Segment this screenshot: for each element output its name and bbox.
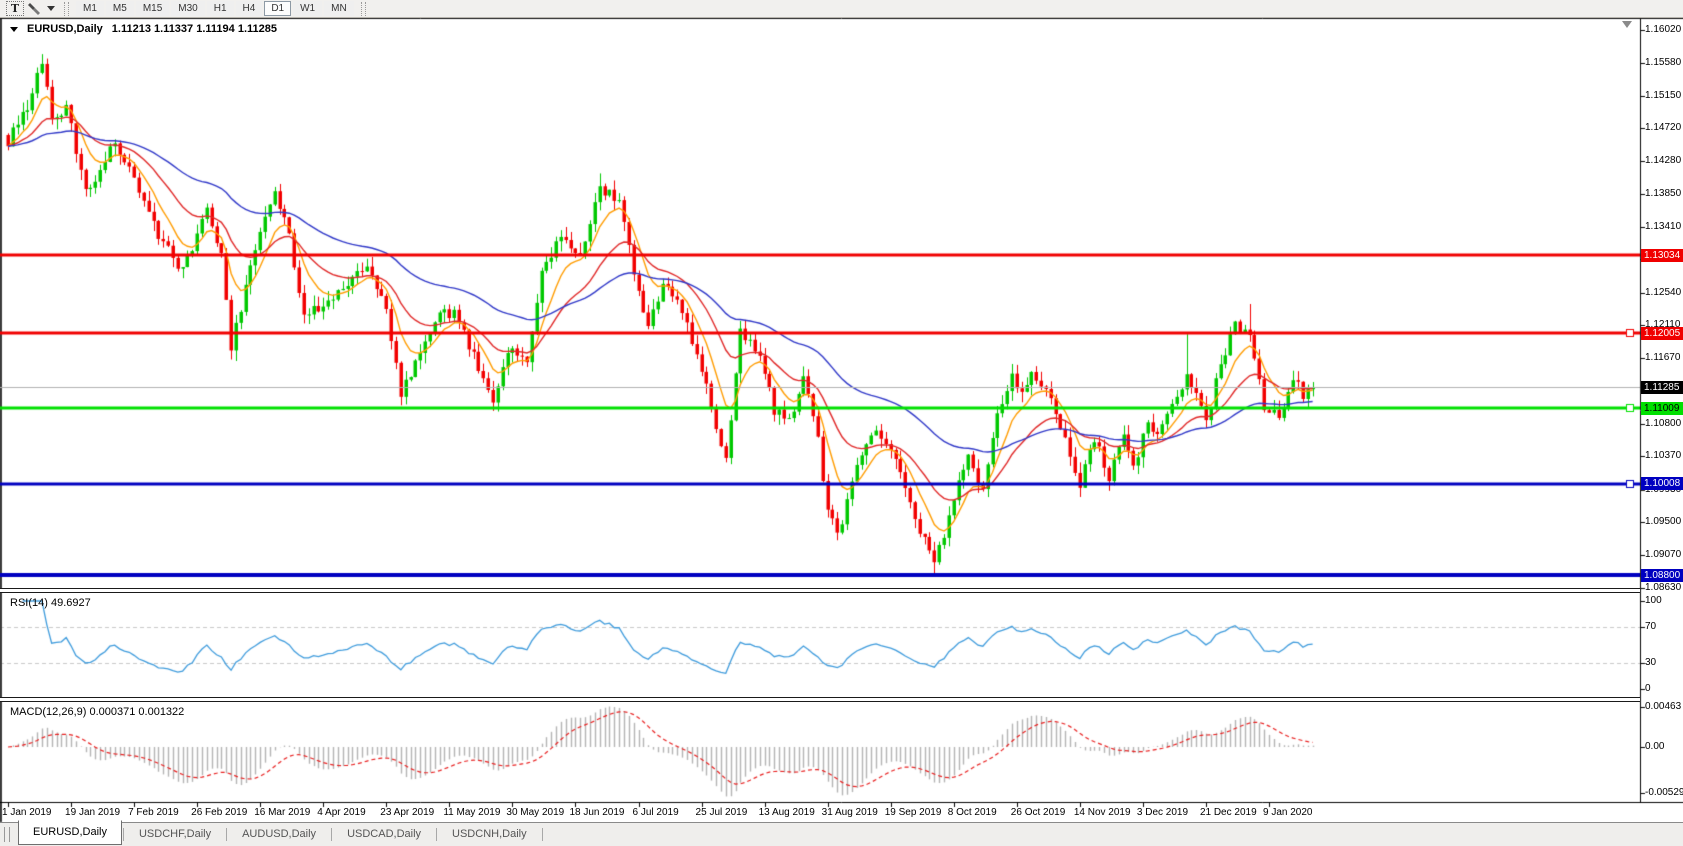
date-label: 9 Jan 2020	[1263, 807, 1313, 818]
date-label: 21 Dec 2019	[1200, 807, 1257, 818]
chart-symbol: EURUSD,Daily	[27, 23, 103, 35]
price-tick-label: 1.16020	[1645, 24, 1683, 36]
macd-tick-label: 0.00	[1645, 741, 1683, 753]
date-label: 14 Nov 2019	[1074, 807, 1131, 818]
timeframe-button-d1[interactable]: D1	[264, 1, 291, 16]
date-label: 1 Jan 2019	[2, 807, 52, 818]
tab-separator	[331, 828, 332, 841]
timeframe-button-h1[interactable]: H1	[207, 1, 234, 16]
date-label: 11 May 2019	[443, 807, 500, 818]
date-label: 23 Apr 2019	[380, 807, 434, 818]
timeframe-button-m30[interactable]: M30	[171, 1, 204, 16]
bid-price-label: 1.11285	[1641, 381, 1683, 394]
chart-canvas[interactable]	[0, 0, 1683, 846]
chart-tab-bar: EURUSD,Daily USDCHF,Daily AUDUSD,Daily U…	[0, 822, 1683, 846]
hline-price-label[interactable]: 1.12005	[1641, 327, 1683, 340]
timeframe-button-w1[interactable]: W1	[293, 1, 322, 16]
macd-tick-label: -0.005299	[1645, 787, 1683, 799]
price-tick-label: 1.13410	[1645, 221, 1683, 233]
date-label: 4 Apr 2019	[317, 807, 365, 818]
price-tick-label: 1.10800	[1645, 418, 1683, 430]
hline-price-label[interactable]: 1.08800	[1641, 569, 1683, 582]
objects-dropdown-button[interactable]	[44, 1, 58, 16]
objects-tool-button[interactable]	[24, 1, 44, 16]
price-tick-label: 1.15150	[1645, 90, 1683, 102]
hline-price-label[interactable]: 1.13034	[1641, 249, 1683, 262]
price-tick-label: 1.15580	[1645, 57, 1683, 69]
toolbar-separator	[361, 2, 366, 16]
rsi-tick-label: 100	[1645, 595, 1683, 607]
rsi-tick-label: 0	[1645, 683, 1683, 695]
price-tick-label: 1.09500	[1645, 516, 1683, 528]
hline-price-label[interactable]: 1.10008	[1641, 477, 1683, 490]
macd-indicator-label: MACD(12,26,9) 0.000371 0.001322	[10, 706, 184, 718]
date-label: 18 Jun 2019	[569, 807, 624, 818]
timeframe-button-m15[interactable]: M15	[136, 1, 169, 16]
tab-eurusd-daily[interactable]: EURUSD,Daily	[18, 820, 122, 845]
date-label: 31 Aug 2019	[822, 807, 878, 818]
tab-separator	[123, 828, 124, 841]
date-label: 8 Oct 2019	[948, 807, 997, 818]
chart-ohlc-title: EURUSD,Daily 1.11213 1.11337 1.11194 1.1…	[10, 23, 277, 35]
tabbar-grip	[4, 827, 10, 842]
mt4-window: T M1 M5 M15 M30 H1 H4 D1 W1 MN EURUSD,Da…	[0, 0, 1683, 846]
price-tick-label: 1.10370	[1645, 450, 1683, 462]
date-label: 7 Feb 2019	[128, 807, 179, 818]
macd-tick-label: 0.00463	[1645, 701, 1683, 713]
chevron-down-icon	[47, 6, 55, 11]
tab-usdchf-daily[interactable]: USDCHF,Daily	[125, 824, 225, 846]
date-label: 30 May 2019	[506, 807, 564, 818]
date-label: 26 Oct 2019	[1011, 807, 1065, 818]
tab-separator	[542, 828, 543, 841]
hline-price-label[interactable]: 1.11009	[1641, 402, 1683, 415]
date-label: 19 Jan 2019	[65, 807, 120, 818]
tab-usdcad-daily[interactable]: USDCAD,Daily	[333, 824, 435, 846]
tab-audusd-daily[interactable]: AUDUSD,Daily	[228, 824, 330, 846]
top-toolbar: T M1 M5 M15 M30 H1 H4 D1 W1 MN	[0, 0, 1683, 18]
tab-separator	[436, 828, 437, 841]
price-tick-label: 1.11670	[1645, 352, 1683, 364]
price-tick-label: 1.14280	[1645, 155, 1683, 167]
price-tick-label: 1.09070	[1645, 549, 1683, 561]
rsi-tick-label: 30	[1645, 657, 1683, 669]
date-label: 25 Jul 2019	[696, 807, 748, 818]
timeframe-button-mn[interactable]: MN	[324, 1, 354, 16]
timeframe-button-m5[interactable]: M5	[106, 1, 134, 16]
date-label: 6 Jul 2019	[633, 807, 679, 818]
price-tick-label: 1.08630	[1645, 582, 1683, 594]
price-tick-label: 1.12540	[1645, 287, 1683, 299]
toolbar-separator	[64, 2, 69, 16]
tab-separator	[226, 828, 227, 841]
date-label: 16 Mar 2019	[254, 807, 310, 818]
symbol-dropdown-icon	[10, 27, 18, 32]
timeframe-button-h4[interactable]: H4	[236, 1, 263, 16]
date-label: 3 Dec 2019	[1137, 807, 1188, 818]
rsi-tick-label: 70	[1645, 621, 1683, 633]
pane-splitter-macd[interactable]	[0, 697, 1640, 702]
time-axis[interactable]: 1 Jan 2019 19 Jan 2019 7 Feb 2019 26 Feb 20…	[0, 803, 1640, 822]
timeframe-button-m1[interactable]: M1	[76, 1, 104, 16]
price-tick-label: 1.13850	[1645, 188, 1683, 200]
date-label: 19 Sep 2019	[885, 807, 942, 818]
tab-usdcnh-daily[interactable]: USDCNH,Daily	[438, 824, 541, 846]
date-label: 26 Feb 2019	[191, 807, 247, 818]
chart-shift-marker-icon[interactable]	[1622, 21, 1632, 28]
arrows-icon	[27, 2, 41, 16]
price-tick-label: 1.14720	[1645, 122, 1683, 134]
rsi-indicator-label: RSI(14) 49.6927	[10, 597, 91, 609]
pane-splitter-rsi[interactable]	[0, 588, 1640, 593]
chart-ohlc-values: 1.11213 1.11337 1.11194 1.11285	[112, 23, 277, 35]
date-label: 13 Aug 2019	[759, 807, 815, 818]
text-tool-button[interactable]: T	[6, 1, 24, 16]
